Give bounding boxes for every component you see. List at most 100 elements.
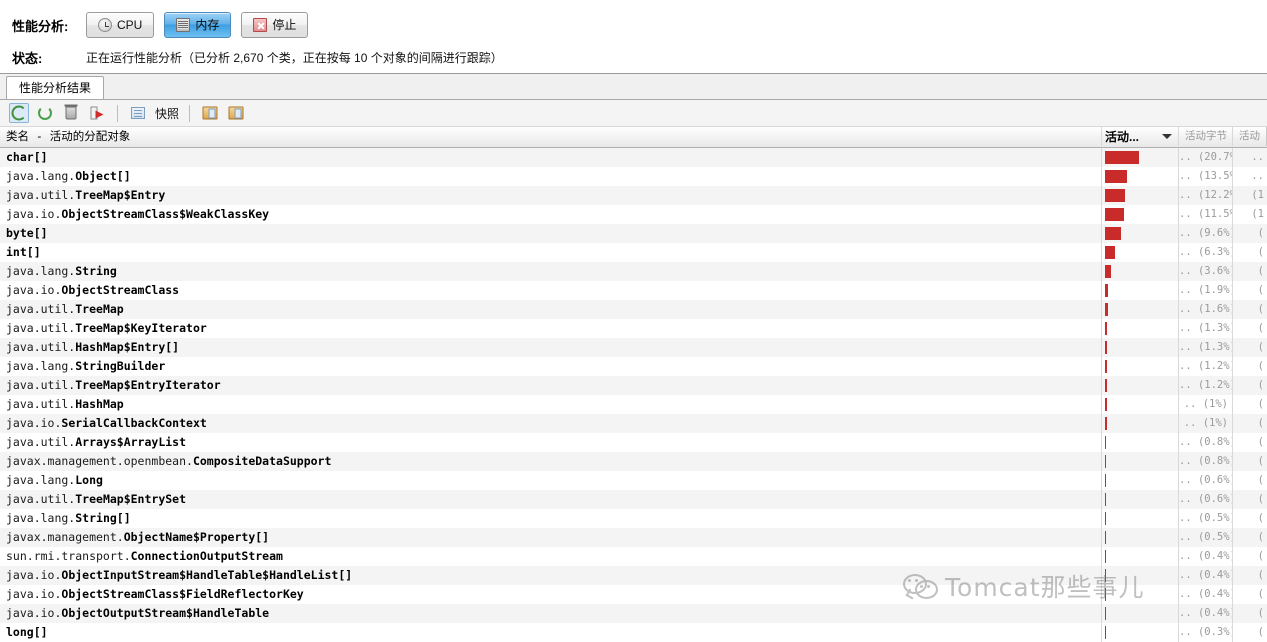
- live-objects-bar: [1105, 531, 1107, 544]
- table-row[interactable]: java.util.TreeMap .. (1.6%) (: [0, 300, 1267, 319]
- class-simple-name: ObjectInputStream$HandleTable$HandleList…: [61, 568, 353, 582]
- export-results-button[interactable]: [87, 103, 107, 123]
- table-row[interactable]: java.util.TreeMap$KeyIterator .. (1.3%) (: [0, 319, 1267, 338]
- load-snapshot-button[interactable]: [200, 103, 220, 123]
- table-row[interactable]: sun.rmi.transport.ConnectionOutputStream…: [0, 547, 1267, 566]
- cell-live-truncated: (: [1257, 569, 1264, 581]
- class-simple-name: ConnectionOutputStream: [130, 549, 283, 563]
- stop-profile-button[interactable]: 停止: [241, 12, 309, 38]
- live-objects-bar: [1105, 474, 1107, 487]
- cell-class-name: java.lang.String[]: [0, 509, 1102, 528]
- table-row[interactable]: java.util.HashMap$Entry[] .. (1.3%) (: [0, 338, 1267, 357]
- cell-live-truncated: (: [1257, 265, 1264, 277]
- cpu-profile-button[interactable]: CPU: [86, 12, 155, 38]
- table-row[interactable]: java.lang.Long .. (0.6%) (: [0, 471, 1267, 490]
- column-header-class-name[interactable]: 类名 - 活动的分配对象: [0, 127, 1102, 146]
- results-toolbar: 快照: [0, 100, 1267, 127]
- cell-live-bytes: .. (0.8%): [1179, 452, 1233, 471]
- class-package: javax.management.: [6, 530, 124, 544]
- cpu-profile-button-label: CPU: [117, 18, 143, 32]
- table-row[interactable]: char[] .. (20.7%)..: [0, 148, 1267, 167]
- cell-live-bytes: .. (1.9%): [1179, 281, 1233, 300]
- class-package: java.util.: [6, 321, 76, 335]
- cell-live-bytes: .. (1.2%): [1179, 357, 1233, 376]
- class-simple-name: String: [75, 264, 117, 278]
- table-row[interactable]: java.util.Arrays$ArrayList .. (0.8%) (: [0, 433, 1267, 452]
- cell-live-objects-bar: [1102, 167, 1179, 186]
- table-row[interactable]: byte[] .. (9.6%) (: [0, 224, 1267, 243]
- table-row[interactable]: java.util.TreeMap$Entry .. (12.2%) (1: [0, 186, 1267, 205]
- class-package: sun.rmi.transport.: [6, 549, 131, 563]
- live-objects-bar: [1105, 493, 1107, 506]
- live-objects-bar: [1105, 626, 1107, 639]
- auto-refresh-button[interactable]: [35, 103, 55, 123]
- class-simple-name: CompositeDataSupport: [192, 454, 332, 468]
- class-package: javax.management.openmbean.: [6, 454, 193, 468]
- cell-class-name: java.util.TreeMap$KeyIterator: [0, 319, 1102, 338]
- table-row[interactable]: java.lang.String .. (3.6%) (: [0, 262, 1267, 281]
- open-folder-image-icon: [202, 106, 218, 120]
- refresh-icon: [11, 105, 27, 121]
- class-simple-name: ObjectOutputStream$HandleTable: [61, 606, 270, 620]
- cell-live-bytes: .. (0.3%): [1179, 623, 1233, 642]
- table-row[interactable]: javax.management.openmbean.CompositeData…: [0, 452, 1267, 471]
- table-row[interactable]: java.util.TreeMap$EntryIterator .. (1.2%)…: [0, 376, 1267, 395]
- table-row[interactable]: int[] .. (6.3%) (: [0, 243, 1267, 262]
- cell-live-objects-bar: [1102, 509, 1179, 528]
- column-header-live-objects[interactable]: 活动...: [1102, 127, 1179, 146]
- column-header-live-truncated[interactable]: 活动: [1233, 127, 1267, 146]
- reset-collected-results-button[interactable]: [61, 103, 81, 123]
- table-row[interactable]: long[] .. (0.3%) (: [0, 623, 1267, 642]
- table-row[interactable]: javax.management.ObjectName$Property[]..…: [0, 528, 1267, 547]
- class-simple-name: HashMap$Entry[]: [75, 340, 180, 354]
- cell-live-objects-bar: [1102, 262, 1179, 281]
- cell-live-bytes: .. (9.6%): [1179, 224, 1233, 243]
- save-snapshot-button[interactable]: [226, 103, 246, 123]
- cell-live-objects-bar: [1102, 205, 1179, 224]
- cell-live-truncated: ..: [1251, 170, 1264, 182]
- cell-class-name: java.lang.StringBuilder: [0, 357, 1102, 376]
- cell-class-name: long[]: [0, 623, 1102, 642]
- column-header-live-bytes[interactable]: 活动字节: [1179, 127, 1233, 146]
- refresh-results-button[interactable]: [9, 103, 29, 123]
- memory-profile-button[interactable]: 内存: [164, 12, 232, 38]
- table-row[interactable]: java.io.ObjectOutputStream$HandleTable..…: [0, 604, 1267, 623]
- cell-live-truncated: (: [1257, 417, 1264, 429]
- toolbar-separator-1: [117, 104, 118, 122]
- table-row[interactable]: java.io.SerialCallbackContext .. (1%) (: [0, 414, 1267, 433]
- class-package: java.lang.: [6, 264, 76, 278]
- trash-icon: [64, 104, 78, 120]
- cell-live-truncated: (: [1257, 531, 1264, 543]
- table-body[interactable]: char[].. (20.7%)..java.lang.Object[].. (…: [0, 148, 1267, 642]
- table-row[interactable]: java.io.ObjectInputStream$HandleTable$Ha…: [0, 566, 1267, 585]
- refresh-cycle-icon: [38, 106, 52, 120]
- table-row[interactable]: java.lang.Object[] .. (13.5%)..: [0, 167, 1267, 186]
- table-row[interactable]: java.util.TreeMap$EntrySet .. (0.6%) (: [0, 490, 1267, 509]
- table-row[interactable]: java.io.ObjectStreamClass$FieldReflector…: [0, 585, 1267, 604]
- class-package: java.util.: [6, 378, 76, 392]
- live-objects-bar: [1105, 569, 1107, 582]
- cell-live-bytes: .. (6.3%): [1179, 243, 1233, 262]
- cell-live-bytes: .. (13.5%): [1179, 167, 1233, 186]
- live-objects-bar: [1105, 284, 1109, 297]
- cell-live-objects-bar: [1102, 148, 1179, 167]
- table-row[interactable]: java.io.ObjectStreamClass$WeakClassKey..…: [0, 205, 1267, 224]
- cell-live-bytes: .. (0.5%): [1179, 528, 1233, 547]
- table-row[interactable]: java.util.HashMap .. (1%) (: [0, 395, 1267, 414]
- cell-live-truncated: (: [1257, 322, 1264, 334]
- class-simple-name: char[]: [6, 150, 48, 164]
- table-row[interactable]: java.lang.String[] .. (0.5%) (: [0, 509, 1267, 528]
- class-package: java.lang.: [6, 511, 76, 525]
- table-row[interactable]: java.io.ObjectStreamClass .. (1.9%) (: [0, 281, 1267, 300]
- tab-profiling-results[interactable]: 性能分析结果: [6, 76, 105, 99]
- table-row[interactable]: java.lang.StringBuilder .. (1.2%) (: [0, 357, 1267, 376]
- cell-live-objects-bar: [1102, 585, 1179, 604]
- class-simple-name: TreeMap: [75, 302, 124, 316]
- cell-class-name: java.util.HashMap: [0, 395, 1102, 414]
- take-snapshot-button[interactable]: [128, 103, 148, 123]
- cell-live-objects-bar: [1102, 604, 1179, 623]
- class-package: java.util.: [6, 340, 76, 354]
- stop-profile-button-label: 停止: [272, 18, 297, 32]
- cell-live-bytes: .. (0.4%): [1179, 585, 1233, 604]
- profiler-status-row: 状态: 正在运行性能分析（已分析 2,670 个类，正在按每 10 个对象的间隔…: [12, 46, 503, 68]
